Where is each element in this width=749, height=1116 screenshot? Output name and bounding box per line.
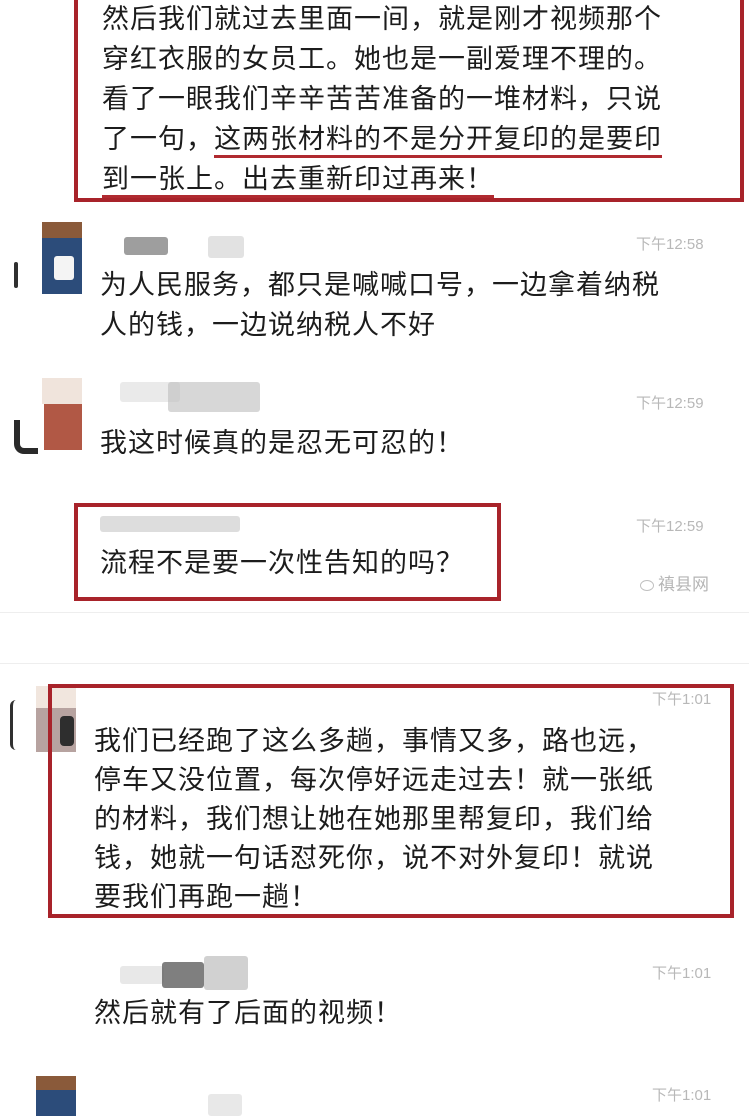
message-bubble-1: 为人民服务，都只是喊喊口号，一边拿着纳税 人的钱，一边说纳税人不好 <box>100 268 730 344</box>
message-line: 人的钱，一边说纳税人不好 <box>100 310 436 341</box>
sender-name-blurred <box>204 956 248 990</box>
avatar[interactable] <box>36 1076 76 1116</box>
timestamp: 下午12:58 <box>636 236 704 253</box>
message-line: 穿红衣服的女员工。她也是一副爱理不理的。 <box>102 44 662 75</box>
sender-name-blurred <box>208 1094 242 1116</box>
timestamp: 下午1:01 <box>652 1087 712 1104</box>
message-line: 为人民服务，都只是喊喊口号，一边拿着纳税 <box>100 270 660 301</box>
avatar[interactable] <box>42 378 82 454</box>
screenshot-separator <box>0 612 749 664</box>
message-bubble-5: 然后就有了后面的视频！ <box>94 996 694 1032</box>
message-line: 钱，她就一句话怼死你，说不对外复印！就说 <box>94 843 654 874</box>
sender-name-blurred <box>162 962 204 988</box>
message-line: 我这时候真的是忍无可忍的！ <box>100 428 464 459</box>
message-line: 流程不是要一次性告知的吗？ <box>100 548 464 579</box>
message-line: 然后就有了后面的视频！ <box>94 998 402 1029</box>
message-text-plain: 了一句， <box>102 124 214 155</box>
left-edge-mark <box>14 420 38 454</box>
message-line: 停车又没位置，每次停好远走过去！就一张纸 <box>94 765 654 796</box>
left-edge-mark <box>14 262 18 288</box>
left-edge-mark <box>10 700 20 750</box>
sender-name-blurred <box>100 516 240 532</box>
underlined-quote: 这两张材料的不是分开复印的是要印 <box>214 124 662 158</box>
message-bubble-2: 我这时候真的是忍无可忍的！ <box>100 426 700 462</box>
timestamp: 下午1:01 <box>652 965 712 982</box>
message-line: 要我们再跑一趟！ <box>94 882 318 913</box>
watermark: 禛县网 <box>640 570 709 595</box>
message-line: 然后我们就过去里面一间，就是刚才视频那个 <box>102 4 662 35</box>
message-line: 我们已经跑了这么多趟，事情又多，路也远， <box>94 726 654 757</box>
wechat-bubble-icon <box>640 580 654 591</box>
message-bubble-0: 然后我们就过去里面一间，就是刚才视频那个 穿红衣服的女员工。她也是一副爱理不理的… <box>102 2 742 198</box>
message-bubble-3: 流程不是要一次性告知的吗？ <box>100 546 490 582</box>
message-bubble-4: 我们已经跑了这么多趟，事情又多，路也远， 停车又没位置，每次停好远走过去！就一张… <box>94 724 724 916</box>
underlined-quote: 到一张上。出去重新印过再来！ <box>102 164 494 198</box>
message-line: 了一句，这两张材料的不是分开复印的是要印 <box>102 122 742 158</box>
message-line: 到一张上。出去重新印过再来！ <box>102 162 742 198</box>
sender-name-blurred <box>168 382 260 412</box>
timestamp: 下午12:59 <box>636 518 704 535</box>
message-line: 的材料，我们想让她在她那里帮复印，我们给 <box>94 804 654 835</box>
timestamp: 下午12:59 <box>636 395 704 412</box>
message-line: 看了一眼我们辛辛苦苦准备的一堆材料，只说 <box>102 84 662 115</box>
watermark-text: 禛县网 <box>658 575 709 595</box>
sender-name-blurred <box>120 966 164 984</box>
timestamp: 下午1:01 <box>652 691 712 708</box>
sender-name-blurred <box>208 236 244 258</box>
avatar[interactable] <box>42 222 82 294</box>
sender-name-blurred <box>124 237 168 255</box>
